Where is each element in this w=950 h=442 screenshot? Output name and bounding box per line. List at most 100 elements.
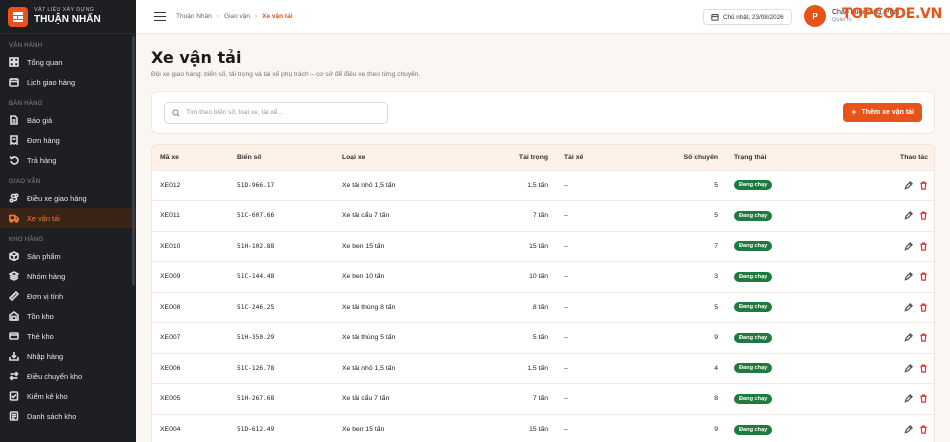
vehicle-trips: 3 xyxy=(624,261,726,292)
sidebar-item[interactable]: Sản phẩm xyxy=(0,246,136,266)
vehicle-trips: 5 xyxy=(624,169,726,201)
trash-icon[interactable] xyxy=(919,333,928,342)
col-header-trips[interactable]: Số chuyến xyxy=(624,145,726,170)
page-description: Đội xe giao hàng: biển số, tải trọng và … xyxy=(151,71,421,78)
edit-icon[interactable] xyxy=(904,333,913,342)
sidebar-item-label: Tổng quan xyxy=(27,57,63,67)
brand-name: THUẬN NHẤN xyxy=(34,14,101,26)
actions-cell xyxy=(818,230,934,262)
vehicle-plate: 51H-267.68 xyxy=(229,383,334,414)
col-header-driver[interactable]: Tài xế xyxy=(556,145,624,170)
trash-icon[interactable] xyxy=(919,211,928,220)
edit-icon[interactable] xyxy=(904,302,913,312)
sidebar-item[interactable]: Lịch giao hàng xyxy=(0,72,136,92)
sidebar-item[interactable]: Điều xe giao hàng xyxy=(0,188,136,208)
sidebar-item[interactable]: Tổng quan xyxy=(0,52,136,72)
actions-cell xyxy=(818,322,934,353)
trash-icon[interactable] xyxy=(919,303,928,312)
table-row[interactable]: XE005 51H-267.68 Xe tải cẩu 7 tấn 7 tấn –8 Đa… xyxy=(152,383,934,414)
ruler-icon xyxy=(9,291,19,301)
edit-icon[interactable] xyxy=(904,241,913,251)
sidebar-item-label: Xe vận tải xyxy=(27,213,60,223)
table-row[interactable]: XE012 51D-966.17 Xe tải nhỏ 1,5 tấn 1,5 tấn… xyxy=(152,169,934,201)
col-header-load[interactable]: Tải trọng xyxy=(454,145,556,170)
sidebar-item[interactable]: Kiểm kê kho xyxy=(0,386,136,406)
sidebar-item[interactable]: Đơn vị tính xyxy=(0,286,136,306)
vehicle-plate: 51C-144.48 xyxy=(229,261,334,292)
table-row[interactable]: XE006 51C-126.78 Xe tải nhỏ 1,5 tấn 1,5 tấn… xyxy=(152,352,934,384)
vehicle-code: XE005 xyxy=(152,383,229,414)
vehicle-driver: – xyxy=(556,413,624,442)
edit-icon[interactable] xyxy=(904,272,913,281)
trash-icon[interactable] xyxy=(919,425,928,434)
list-icon xyxy=(9,411,19,421)
trash-icon[interactable] xyxy=(919,242,928,251)
sidebar-item[interactable]: Tồn kho xyxy=(0,306,136,326)
col-header-code[interactable]: Mã xe xyxy=(152,145,229,170)
brand[interactable]: VẬT LIỆU XÂY DỰNG THUẬN NHẤN xyxy=(0,0,136,34)
sidebar-item[interactable]: Đơn hàng xyxy=(0,130,136,150)
vehicle-plate: 51C-607.66 xyxy=(229,200,334,231)
breadcrumb-item[interactable]: Giao vận xyxy=(224,13,250,20)
trash-icon[interactable] xyxy=(919,364,928,373)
sidebar-item[interactable]: Thẻ kho xyxy=(0,326,136,346)
edit-icon[interactable] xyxy=(904,211,913,220)
trash-icon[interactable] xyxy=(919,181,928,190)
vehicle-load: 1,5 tấn xyxy=(454,352,556,384)
table-row[interactable]: XE009 51C-144.48 Xe ben 10 tấn 10 tấn –3 Đang… xyxy=(152,261,934,292)
actions-cell xyxy=(818,200,934,231)
table-row[interactable]: XE004 51D-612.49 Xe ben 15 tấn 15 tấn –9 Đang… xyxy=(152,413,934,442)
status-cell: Đang chạy xyxy=(726,261,818,292)
vehicle-load: 1,5 tấn xyxy=(454,169,556,201)
sidebar-item[interactable]: Danh sách kho xyxy=(0,406,136,426)
sidebar-item-label: Đơn vị tính xyxy=(27,291,64,301)
col-header-plate[interactable]: Biển số xyxy=(229,145,334,170)
actions-cell xyxy=(818,169,934,201)
menu-toggle-icon[interactable] xyxy=(154,11,166,22)
vehicle-code: XE008 xyxy=(152,291,229,323)
table-row[interactable]: XE010 51H-102.88 Xe ben 15 tấn 15 tấn –7 Đang… xyxy=(152,230,934,262)
edit-icon[interactable] xyxy=(904,180,913,190)
sidebar-item[interactable]: Nhóm hàng xyxy=(0,266,136,286)
vehicle-type: Xe ben 15 tấn xyxy=(334,413,454,442)
table-row[interactable]: XE008 51C-246.25 Xe tải thùng 8 tấn 8 tấn –5… xyxy=(152,291,934,323)
breadcrumb-item[interactable]: Thuận Nhân xyxy=(176,13,212,20)
sidebar-item-label: Nhập hàng xyxy=(27,351,64,361)
breadcrumb: Thuận Nhân › Giao vận › Xe vận tải xyxy=(176,13,293,20)
date-chip[interactable]: Chủ nhật, 23/08/2026 xyxy=(703,9,792,25)
sidebar-item-label: Trả hàng xyxy=(27,155,57,165)
vehicle-code: XE012 xyxy=(152,169,229,201)
vehicle-trips: 9 xyxy=(624,322,726,353)
vehicle-load: 5 tấn xyxy=(454,322,556,353)
add-vehicle-button[interactable]: + Thêm xe vận tải xyxy=(843,103,922,122)
sidebar-item[interactable]: Nhập hàng xyxy=(0,346,136,366)
trash-icon[interactable] xyxy=(919,394,928,403)
edit-icon[interactable] xyxy=(904,363,913,373)
warehouse-icon xyxy=(9,311,19,321)
status-cell: Đang chạy xyxy=(726,322,818,353)
table-row[interactable]: XE007 51H-350.29 Xe tải thùng 5 tấn 5 tấn –9… xyxy=(152,322,934,353)
col-header-type[interactable]: Loại xe xyxy=(334,145,454,170)
search-input[interactable] xyxy=(186,109,376,116)
status-badge: Đang chạy xyxy=(734,271,773,282)
table-row[interactable]: XE011 51C-607.66 Xe tải cẩu 7 tấn 7 tấn –5 Đa… xyxy=(152,200,934,231)
calendar-icon xyxy=(9,77,19,87)
sidebar-item-label: Báo giá xyxy=(27,115,53,125)
edit-icon[interactable] xyxy=(904,394,913,403)
vehicle-trips: 8 xyxy=(624,383,726,414)
document-icon xyxy=(9,115,19,125)
col-header-status[interactable]: Trạng thái xyxy=(726,145,818,170)
sidebar-item[interactable]: Điều chuyển kho xyxy=(0,366,136,386)
edit-icon[interactable] xyxy=(904,425,913,434)
status-cell: Đang chạy xyxy=(726,291,818,323)
trash-icon[interactable] xyxy=(919,272,928,281)
sidebar-item[interactable]: Trả hàng xyxy=(0,150,136,170)
search-box[interactable] xyxy=(164,101,388,124)
vehicle-driver: – xyxy=(556,352,624,384)
vehicle-table: Mã xe Biển số Loại xe Tải trọng Tài xế S… xyxy=(151,144,935,442)
sidebar-item-label: Thẻ kho xyxy=(27,331,54,341)
sidebar-item[interactable]: Xe vận tải xyxy=(0,208,136,228)
sidebar-section-title: GIAO VẬN xyxy=(9,179,41,185)
sidebar-scrollbar[interactable] xyxy=(132,36,135,286)
sidebar-item[interactable]: Báo giá xyxy=(0,110,136,130)
